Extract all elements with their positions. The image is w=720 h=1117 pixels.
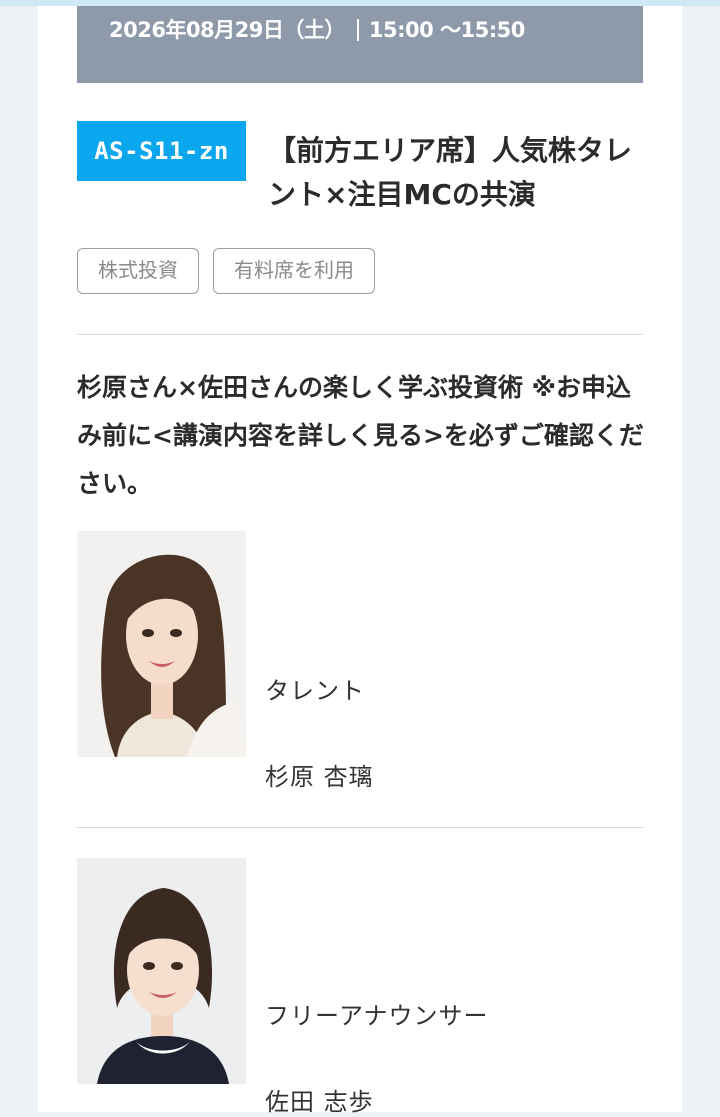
session-code-badge: AS-S11-zn: [77, 121, 246, 181]
divider: [77, 827, 643, 828]
divider: [77, 334, 643, 335]
session-time: 15:00 〜15:50: [368, 18, 526, 42]
speaker-item: フリーアナウンサー 佐田 志歩: [77, 858, 643, 1116]
speaker-name: 杉原 杏璃: [265, 763, 374, 791]
speaker-photo: [77, 858, 246, 1084]
tag-paid-seat[interactable]: 有料席を利用: [213, 248, 375, 294]
tag-list: 株式投資 有料席を利用: [77, 248, 375, 294]
session-date: 2026年08月29日（土）: [109, 18, 345, 42]
speaker-item: タレント 杉原 杏璃: [77, 531, 643, 791]
tag-stock-investment[interactable]: 株式投資: [77, 248, 199, 294]
speaker-photo: [77, 531, 246, 757]
speaker-role: タレント: [265, 677, 365, 705]
session-description: 杉原さん×佐田さんの楽しく学ぶ投資術 ※お申込み前に<講演内容を詳しく見る>を必…: [77, 373, 644, 498]
session-title: 【前方エリア席】人気株タレント×注目MCの共演: [268, 134, 633, 211]
speaker-role: フリーアナウンサー: [265, 1002, 489, 1030]
session-card: 2026年08月29日（土） 15:00 〜15:50 AS-S11-zn 【前方…: [38, 6, 682, 1116]
datetime-separator: [356, 19, 359, 41]
session-datetime-bar: 2026年08月29日（土） 15:00 〜15:50: [77, 6, 643, 83]
